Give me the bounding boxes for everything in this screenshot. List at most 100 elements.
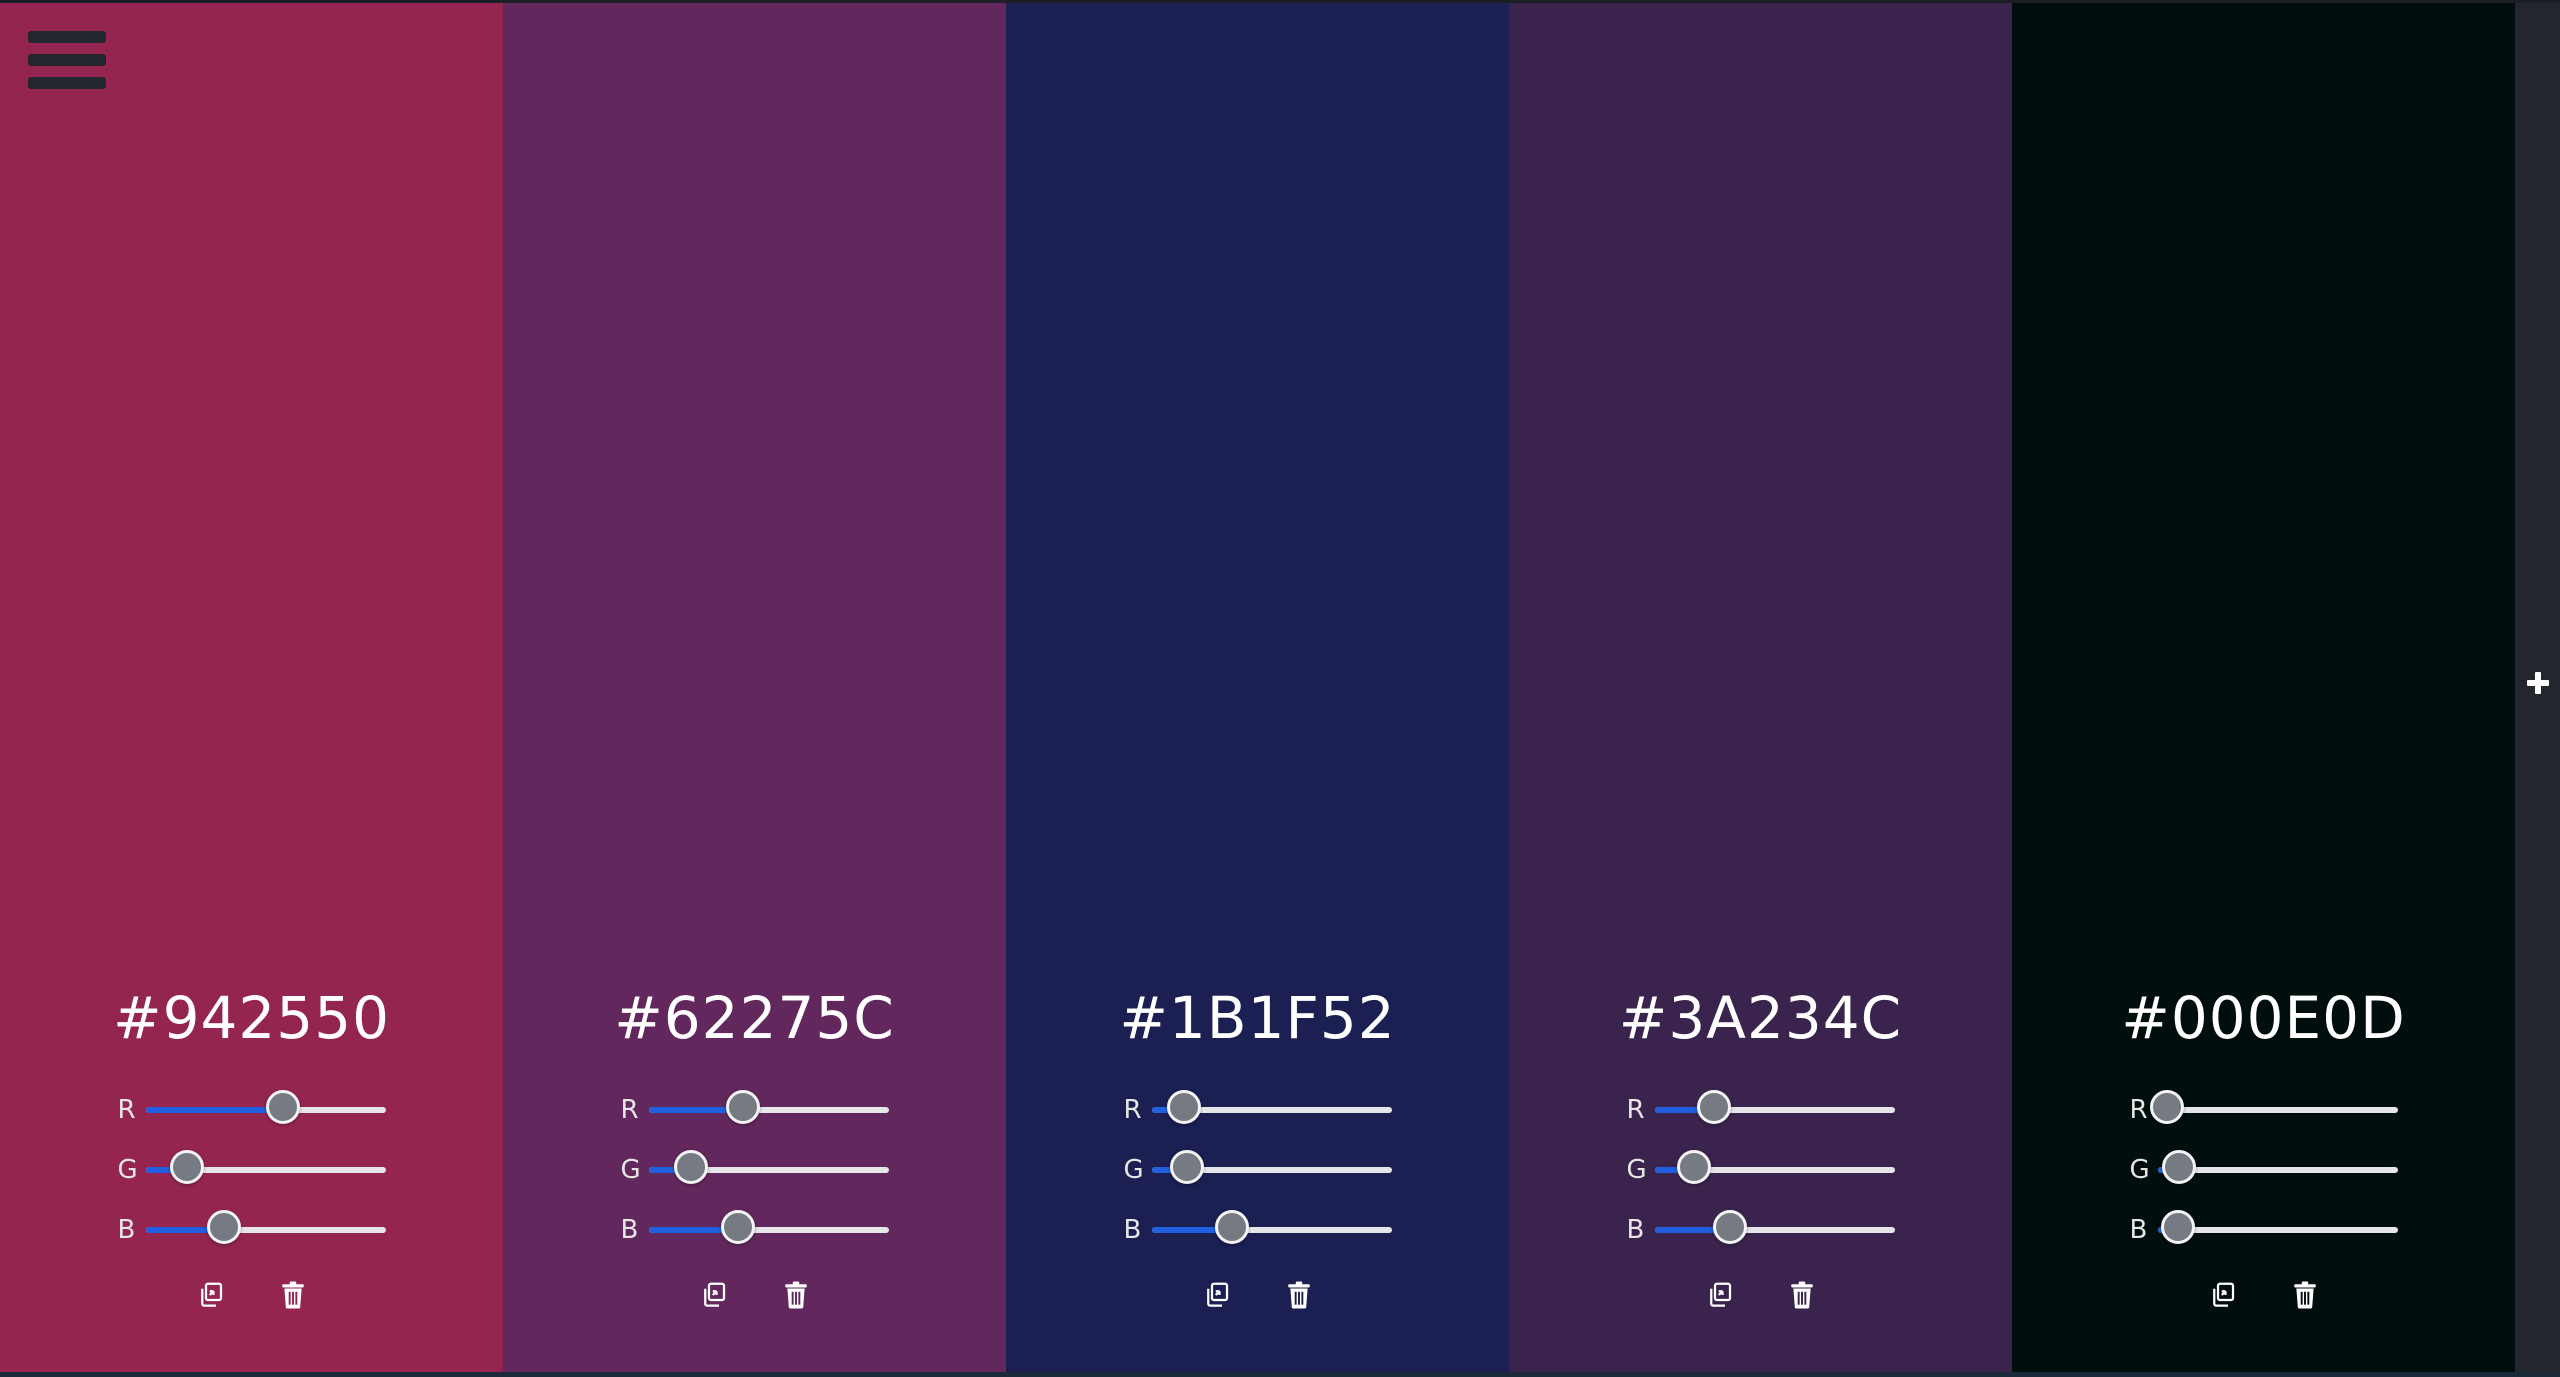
- slider-thumb[interactable]: [1696, 1090, 1731, 1124]
- add-color-button[interactable]: [2522, 667, 2554, 699]
- slider-thumb[interactable]: [1170, 1150, 1205, 1184]
- slider-row-b: B: [118, 1200, 386, 1260]
- hex-label[interactable]: #1B1F52: [1119, 984, 1395, 1052]
- swatch-3: #1B1F52 R G B: [1006, 3, 1509, 1372]
- slider-row-r: R: [1627, 1080, 1895, 1140]
- slider-row-b: B: [1627, 1200, 1895, 1260]
- slider-label-r: R: [117, 1095, 136, 1125]
- slider-label-b: B: [117, 1215, 136, 1245]
- menu-bar: [28, 77, 106, 89]
- copy-icon: [1206, 1282, 1228, 1307]
- hamburger-menu-icon[interactable]: [28, 31, 108, 101]
- copy-button[interactable]: [1200, 1278, 1234, 1312]
- slider-label-g: G: [2129, 1155, 2150, 1185]
- slider-label-g: G: [1123, 1155, 1144, 1185]
- slider-thumb[interactable]: [720, 1210, 755, 1244]
- slider-label-r: R: [1626, 1095, 1645, 1125]
- g-slider[interactable]: [648, 1150, 889, 1184]
- slider-row-b: B: [1124, 1200, 1392, 1260]
- slider-label-g: G: [620, 1155, 641, 1185]
- swatch-actions: [697, 1278, 813, 1312]
- slider-thumb[interactable]: [2161, 1150, 2196, 1184]
- r-slider[interactable]: [648, 1090, 889, 1124]
- b-slider[interactable]: [648, 1210, 889, 1244]
- r-slider[interactable]: [1151, 1090, 1392, 1124]
- slider-thumb[interactable]: [1676, 1150, 1711, 1184]
- slider-row-b: B: [621, 1200, 889, 1260]
- slider-row-g: G: [2130, 1140, 2398, 1200]
- slider-label-r: R: [1123, 1095, 1142, 1125]
- slider-row-g: G: [1124, 1140, 1392, 1200]
- slider-thumb[interactable]: [1214, 1210, 1249, 1244]
- slider-thumb[interactable]: [207, 1210, 242, 1244]
- slider-label-r: R: [620, 1095, 639, 1125]
- slider-row-r: R: [1124, 1080, 1392, 1140]
- slider-label-g: G: [1626, 1155, 1647, 1185]
- swatch-actions: [1703, 1278, 1819, 1312]
- slider-thumb[interactable]: [674, 1150, 709, 1184]
- slider-row-g: G: [118, 1140, 386, 1200]
- trash-icon: [2293, 1281, 2316, 1309]
- trash-icon: [1790, 1281, 1813, 1309]
- copy-icon: [2212, 1282, 2234, 1307]
- slider-row-b: B: [2130, 1200, 2398, 1260]
- slider-thumb[interactable]: [2160, 1210, 2195, 1244]
- hex-label[interactable]: #3A234C: [1619, 984, 1902, 1052]
- b-slider[interactable]: [1151, 1210, 1392, 1244]
- slider-label-g: G: [117, 1155, 138, 1185]
- delete-button[interactable]: [1282, 1278, 1316, 1312]
- slider-row-r: R: [2130, 1080, 2398, 1140]
- g-slider[interactable]: [1151, 1150, 1392, 1184]
- slider-thumb[interactable]: [2149, 1090, 2184, 1124]
- copy-button[interactable]: [2206, 1278, 2240, 1312]
- plus-icon: [2527, 672, 2549, 694]
- slider-label-b: B: [1626, 1215, 1645, 1245]
- r-slider[interactable]: [1654, 1090, 1895, 1124]
- slider-thumb[interactable]: [169, 1150, 204, 1184]
- trash-icon: [784, 1281, 807, 1309]
- b-slider[interactable]: [145, 1210, 386, 1244]
- delete-button[interactable]: [276, 1278, 310, 1312]
- menu-bar: [28, 54, 106, 66]
- swatch-actions: [2206, 1278, 2322, 1312]
- slider-label-b: B: [2129, 1215, 2148, 1245]
- color-palette-app: #942550 R G B #62275C R G B #1B1F52 R G …: [0, 0, 2560, 1377]
- g-slider[interactable]: [145, 1150, 386, 1184]
- copy-icon: [703, 1282, 725, 1307]
- slider-row-r: R: [621, 1080, 889, 1140]
- swatch-actions: [194, 1278, 310, 1312]
- g-slider[interactable]: [2157, 1150, 2398, 1184]
- hex-label[interactable]: #62275C: [614, 984, 895, 1052]
- delete-button[interactable]: [779, 1278, 813, 1312]
- swatch-actions: [1200, 1278, 1316, 1312]
- slider-row-g: G: [1627, 1140, 1895, 1200]
- swatch-2: #62275C R G B: [503, 3, 1006, 1372]
- slider-label-b: B: [1123, 1215, 1142, 1245]
- copy-button[interactable]: [697, 1278, 731, 1312]
- hex-label[interactable]: #000E0D: [2121, 984, 2406, 1052]
- slider-label-b: B: [620, 1215, 639, 1245]
- slider-thumb[interactable]: [1712, 1210, 1747, 1244]
- delete-button[interactable]: [2288, 1278, 2322, 1312]
- r-slider[interactable]: [145, 1090, 386, 1124]
- slider-thumb[interactable]: [725, 1090, 760, 1124]
- slider-row-r: R: [118, 1080, 386, 1140]
- b-slider[interactable]: [2157, 1210, 2398, 1244]
- swatch-4: #3A234C R G B: [1509, 3, 2012, 1372]
- copy-button[interactable]: [194, 1278, 228, 1312]
- hex-label[interactable]: #942550: [113, 984, 390, 1052]
- palette: #942550 R G B #62275C R G B #1B1F52 R G …: [0, 3, 2515, 1372]
- delete-button[interactable]: [1785, 1278, 1819, 1312]
- trash-icon: [281, 1281, 304, 1309]
- swatch-5: #000E0D R G B: [2012, 3, 2515, 1372]
- b-slider[interactable]: [1654, 1210, 1895, 1244]
- menu-bar: [28, 31, 106, 43]
- copy-button[interactable]: [1703, 1278, 1737, 1312]
- slider-row-g: G: [621, 1140, 889, 1200]
- g-slider[interactable]: [1654, 1150, 1895, 1184]
- slider-fill: [145, 1107, 284, 1113]
- copy-icon: [1709, 1282, 1731, 1307]
- r-slider[interactable]: [2149, 1090, 2398, 1124]
- slider-thumb[interactable]: [1167, 1090, 1201, 1124]
- slider-thumb[interactable]: [266, 1090, 301, 1124]
